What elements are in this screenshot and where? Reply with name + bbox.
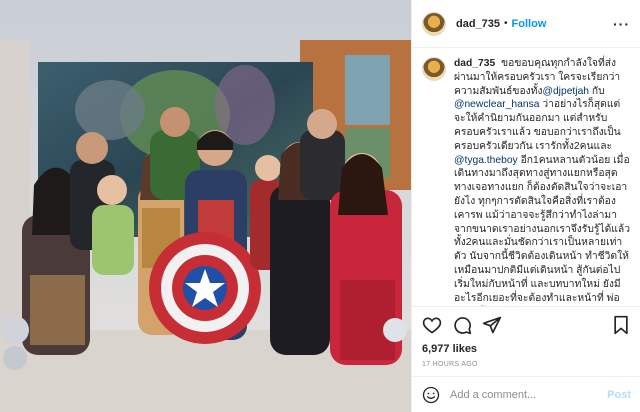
comment-bar: Post	[412, 376, 640, 412]
post-comment-button[interactable]: Post	[607, 389, 631, 401]
post-actions: 6,977 likes 17 HOURS AGO	[412, 306, 640, 368]
action-icons	[422, 307, 631, 343]
caption-body-2: กับ	[589, 85, 605, 97]
separator-dot: •	[504, 18, 508, 29]
caption-text: dad_735 ขอขอบคุณทุกกำลังใจที่ส่งผ่านมาให…	[454, 57, 631, 306]
post-sidebar: dad_735 • Follow ··· dad_735 ขอขอบคุณทุก…	[411, 0, 640, 412]
heart-icon[interactable]	[422, 315, 442, 335]
header-username[interactable]: dad_735	[456, 18, 500, 30]
post-photo[interactable]	[0, 0, 411, 412]
comment-icon[interactable]	[452, 315, 472, 335]
caption-body-4: อีก1คนหลานตัวน้อย เมื่อเดินทางมาถึงสุดทา…	[454, 154, 630, 304]
caption-avatar[interactable]	[422, 57, 446, 81]
bookmark-icon[interactable]	[611, 315, 631, 335]
likes-count[interactable]: 6,977 likes	[422, 343, 631, 355]
avatar[interactable]	[422, 11, 446, 36]
caption-username[interactable]: dad_735	[454, 58, 495, 69]
mention-link[interactable]: @newclear_hansa	[454, 99, 539, 110]
mention-link[interactable]: @djpetjah	[543, 86, 590, 97]
mention-link[interactable]: @tyga.theboy	[454, 155, 518, 166]
caption: dad_735 ขอขอบคุณทุกกำลังใจที่ส่งผ่านมาให…	[412, 49, 640, 306]
more-options-icon[interactable]: ···	[613, 16, 630, 32]
comment-input[interactable]	[450, 388, 608, 401]
post-timestamp[interactable]: 17 HOURS AGO	[422, 361, 631, 368]
share-icon[interactable]	[482, 315, 502, 335]
group-photo-image	[0, 0, 411, 412]
post-header: dad_735 • Follow ···	[412, 0, 640, 48]
follow-button[interactable]: Follow	[512, 18, 547, 30]
emoji-icon[interactable]	[422, 386, 440, 404]
